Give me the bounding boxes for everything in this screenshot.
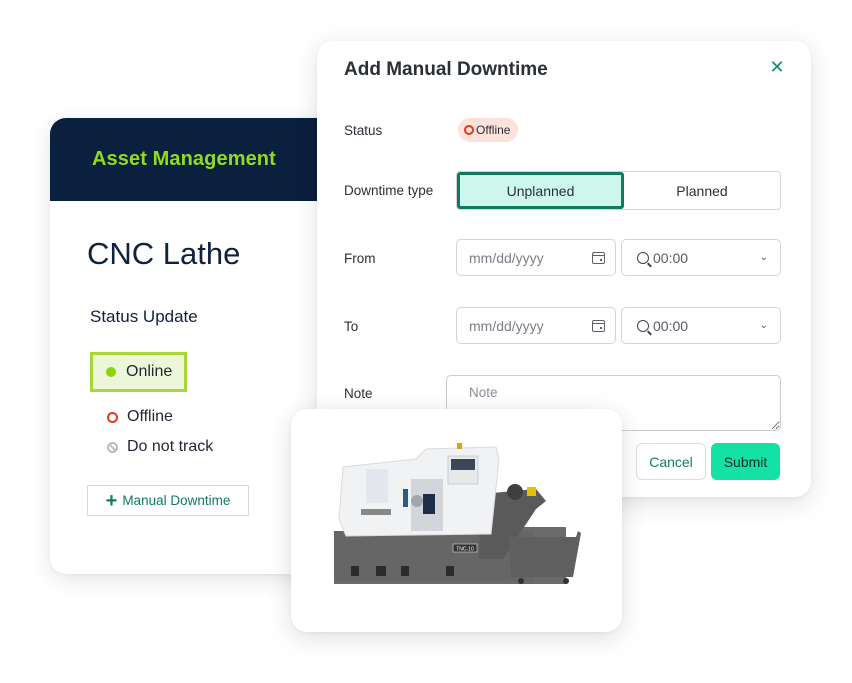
door-handle bbox=[403, 489, 408, 507]
asset-header: Asset Management bbox=[50, 118, 350, 201]
status-option-label: Do not track bbox=[127, 438, 214, 455]
wheel bbox=[518, 578, 524, 584]
status-badge-text: Offline bbox=[476, 123, 511, 137]
cnc-lathe-image: TNC-10 bbox=[334, 443, 581, 584]
machine-foot bbox=[401, 566, 409, 576]
to-date-placeholder: mm/dd/yyyy bbox=[469, 317, 544, 334]
status-option-label: Online bbox=[126, 363, 173, 380]
plus-icon: + bbox=[105, 489, 118, 512]
chevron-down-icon: ⌄ bbox=[759, 320, 768, 331]
search-icon bbox=[637, 319, 649, 332]
from-label: From bbox=[344, 251, 376, 266]
machine-foot bbox=[446, 566, 454, 576]
downtime-type-toggle: Unplanned Planned bbox=[456, 171, 781, 210]
chuck bbox=[411, 495, 423, 507]
from-date-placeholder: mm/dd/yyyy bbox=[469, 249, 544, 266]
asset-name: CNC Lathe bbox=[87, 236, 241, 271]
green-dot-icon bbox=[106, 367, 116, 377]
status-option-offline[interactable]: Offline bbox=[107, 408, 173, 426]
status-option-label: Offline bbox=[127, 408, 173, 425]
cancel-button[interactable]: Cancel bbox=[636, 443, 706, 480]
downtime-type-label: Downtime type bbox=[344, 183, 434, 198]
to-label: To bbox=[344, 319, 359, 334]
from-date-input[interactable]: mm/dd/yyyy bbox=[456, 239, 616, 276]
downtime-type-planned[interactable]: Planned bbox=[624, 172, 780, 209]
red-ring-icon bbox=[107, 411, 118, 423]
warning-label bbox=[527, 487, 536, 496]
coolant-tank bbox=[509, 531, 581, 577]
to-date-input[interactable]: mm/dd/yyyy bbox=[456, 307, 616, 344]
ban-icon bbox=[107, 441, 118, 453]
to-time-select[interactable]: 00:00 ⌄ bbox=[621, 307, 781, 344]
red-ring-icon bbox=[464, 125, 474, 135]
close-icon[interactable]: ✕ bbox=[767, 57, 787, 77]
search-icon bbox=[637, 251, 649, 264]
chevron-down-icon: ⌄ bbox=[759, 252, 768, 263]
status-badge: Offline bbox=[458, 118, 519, 142]
turret bbox=[423, 494, 435, 514]
machine-foot bbox=[376, 566, 386, 576]
from-time-value: 00:00 bbox=[653, 249, 689, 266]
signal-light bbox=[457, 443, 462, 449]
status-update-heading: Status Update bbox=[90, 307, 198, 326]
status-option-do-not-track[interactable]: Do not track bbox=[107, 438, 213, 456]
downtime-type-unplanned[interactable]: Unplanned bbox=[457, 172, 624, 209]
modal-title: Add Manual Downtime bbox=[344, 59, 548, 80]
motor bbox=[507, 484, 523, 500]
calendar-icon[interactable] bbox=[592, 319, 605, 332]
from-time-select[interactable]: 00:00 ⌄ bbox=[621, 239, 781, 276]
status-label: Status bbox=[344, 123, 383, 138]
door-label bbox=[361, 509, 391, 515]
nameplate-text: TNC-10 bbox=[456, 547, 474, 553]
asset-header-title: Asset Management bbox=[92, 148, 276, 170]
wheel bbox=[563, 578, 569, 584]
submit-button[interactable]: Submit bbox=[711, 443, 780, 480]
control-screen bbox=[451, 459, 475, 470]
manual-downtime-button[interactable]: + Manual Downtime bbox=[87, 485, 249, 516]
to-time-value: 00:00 bbox=[653, 317, 689, 334]
machine-image-card: TNC-10 bbox=[291, 409, 622, 632]
calendar-icon[interactable] bbox=[592, 251, 605, 264]
manual-downtime-label: Manual Downtime bbox=[122, 493, 231, 508]
status-option-online[interactable]: Online bbox=[90, 352, 187, 392]
door-vents bbox=[366, 469, 388, 503]
machine-foot bbox=[351, 566, 359, 576]
note-label: Note bbox=[344, 386, 373, 401]
